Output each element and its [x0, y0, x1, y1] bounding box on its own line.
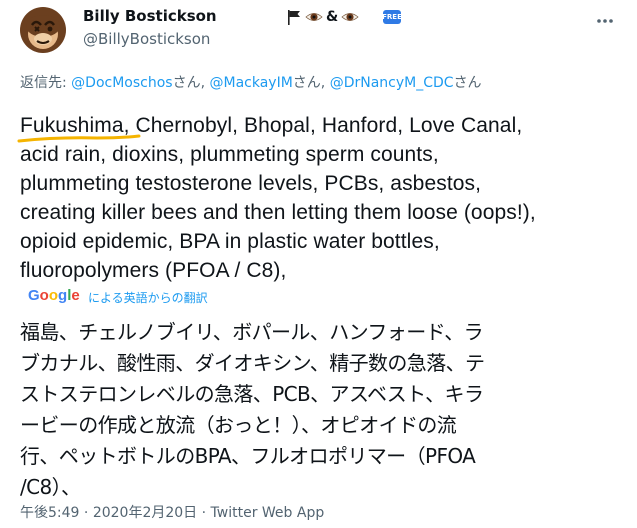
black-flag-icon	[288, 10, 300, 25]
display-name[interactable]: Billy Bostickson	[83, 7, 217, 25]
tweet-text-line: creating killer bees and then letting th…	[20, 201, 536, 224]
mention-suffix: さん,	[172, 75, 210, 91]
translated-line: /C8）、	[20, 475, 81, 499]
translated-line: ブカナル、酸性雨、ダイオキシン、精子数の急落、テ	[20, 351, 485, 375]
user-handle[interactable]: @BillyBostickson	[83, 30, 210, 48]
tweet-time[interactable]: 午後5:49	[20, 505, 79, 521]
tweet: Billy Bostickson & FREE @BillyBostickson…	[0, 0, 637, 528]
tweet-date[interactable]: 2020年2月20日	[93, 505, 197, 521]
meta-separator: ·	[79, 505, 93, 521]
mention-link[interactable]: @DocMoschos	[71, 75, 172, 91]
mention-suffix: さん	[453, 75, 482, 91]
tweet-text-line: plummeting testosterone levels, PCBs, as…	[20, 172, 482, 195]
translated-line: 行、ペットボトルのBPA、フルオロポリマー（PFOA	[20, 444, 476, 468]
tweet-meta: 午後5:49 · 2020年2月20日 · Twitter Web App	[20, 502, 324, 522]
tweet-text-line: opioid epidemic, BPA in plastic water bo…	[20, 230, 440, 253]
more-horizontal-icon	[597, 19, 613, 23]
google-logo-letter: o	[48, 287, 59, 304]
eye-icon	[305, 13, 323, 21]
name-emoji: &	[286, 9, 359, 25]
translated-line: 福島、チェルノブイリ、ボパール、ハンフォード、ラ	[20, 320, 484, 344]
google-logo-letter: e	[71, 287, 80, 304]
free-badge: FREE	[382, 10, 402, 24]
mention-link[interactable]: @MackayIM	[210, 75, 293, 91]
tweet-source[interactable]: Twitter Web App	[211, 505, 325, 521]
meta-separator: ·	[197, 505, 211, 521]
ampersand: &	[326, 9, 339, 25]
translated-line: ービーの作成と放流（おっと！）、オピオイドの流	[20, 413, 457, 437]
more-options-button[interactable]	[590, 6, 620, 36]
avatar[interactable]	[19, 6, 67, 54]
translation-attribution-link[interactable]: による英語からの翻訳	[88, 289, 208, 306]
reply-prefix: 返信先:	[20, 75, 72, 91]
google-logo: Google	[28, 287, 80, 304]
translated-text: 福島、チェルノブイリ、ボパール、ハンフォード、ラ ブカナル、酸性雨、ダイオキシン、…	[20, 317, 630, 503]
monkey-face-icon	[20, 7, 66, 53]
translated-line: ストステロンレベルの急落、PCB、アスベスト、キラ	[20, 382, 484, 406]
google-logo-letter: o	[39, 287, 49, 304]
mention-link[interactable]: @DrNancyM_CDC	[330, 75, 454, 91]
eye-icon	[341, 13, 359, 21]
mention-suffix: さん,	[292, 75, 330, 91]
highlight-underline	[17, 134, 141, 143]
replying-to: 返信先: @DocMoschosさん, @MackayIMさん, @DrNanc…	[20, 72, 482, 92]
tweet-text-line: fluoropolymers (PFOA / C8),	[20, 259, 287, 282]
google-logo-letter: G	[28, 287, 40, 304]
google-logo-letter: g	[58, 287, 68, 304]
tweet-text-line: acid rain, dioxins, plummeting sperm cou…	[20, 143, 439, 166]
